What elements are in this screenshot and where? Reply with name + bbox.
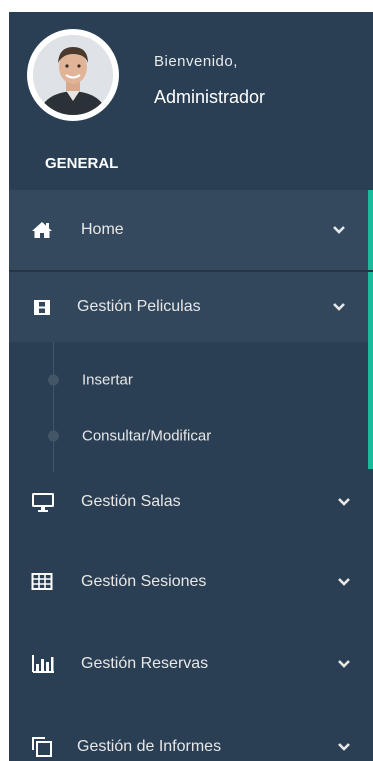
menu-item-reservas[interactable]: Gestión Reservas bbox=[9, 634, 373, 694]
chevron-down-icon bbox=[337, 497, 351, 507]
user-name: Administrador bbox=[154, 87, 266, 107]
menu-item-sesiones[interactable]: Gestión Sesiones bbox=[9, 552, 373, 612]
bar-chart-icon bbox=[31, 653, 54, 675]
chevron-down-icon bbox=[337, 742, 351, 752]
sidebar: Bienvenido, Administrador GENERAL Home G… bbox=[9, 12, 373, 761]
welcome-text: Bienvenido, bbox=[154, 53, 238, 70]
avatar-photo bbox=[33, 35, 113, 115]
home-icon bbox=[31, 219, 53, 241]
avatar bbox=[27, 29, 119, 121]
clone-icon bbox=[31, 736, 53, 758]
submenu-item-label: Insertar bbox=[82, 371, 133, 389]
submenu-item-consultar[interactable]: Consultar/Modificar bbox=[9, 408, 368, 464]
menu-item-label: Gestión Peliculas bbox=[77, 298, 201, 315]
menu-item-label: Gestión Sesiones bbox=[81, 573, 207, 590]
film-icon bbox=[31, 296, 53, 318]
chevron-down-icon bbox=[332, 225, 346, 235]
active-indicator bbox=[368, 342, 373, 469]
menu-item-label: Gestión de Informes bbox=[77, 738, 222, 755]
table-icon bbox=[31, 571, 53, 593]
menu-item-informes[interactable]: Gestión de Informes bbox=[9, 717, 373, 761]
chevron-down-icon bbox=[337, 659, 351, 669]
profile-panel: Bienvenido, Administrador bbox=[9, 12, 373, 152]
menu-item-label: Home bbox=[81, 221, 124, 238]
chevron-down-icon bbox=[337, 577, 351, 587]
submenu-item-insertar[interactable]: Insertar bbox=[9, 352, 368, 408]
desktop-icon bbox=[31, 491, 54, 513]
section-title: GENERAL bbox=[45, 155, 119, 172]
menu-item-home[interactable]: Home bbox=[9, 190, 373, 270]
chevron-down-icon bbox=[332, 302, 346, 312]
menu-item-salas[interactable]: Gestión Salas bbox=[9, 472, 373, 532]
bullet-icon bbox=[48, 374, 59, 386]
menu-item-label: Gestión Salas bbox=[81, 493, 181, 510]
menu-item-peliculas[interactable]: Gestión Peliculas bbox=[9, 272, 373, 342]
menu-item-label: Gestión Reservas bbox=[81, 655, 209, 672]
bullet-icon bbox=[48, 430, 59, 442]
submenu-item-label: Consultar/Modificar bbox=[82, 427, 212, 445]
